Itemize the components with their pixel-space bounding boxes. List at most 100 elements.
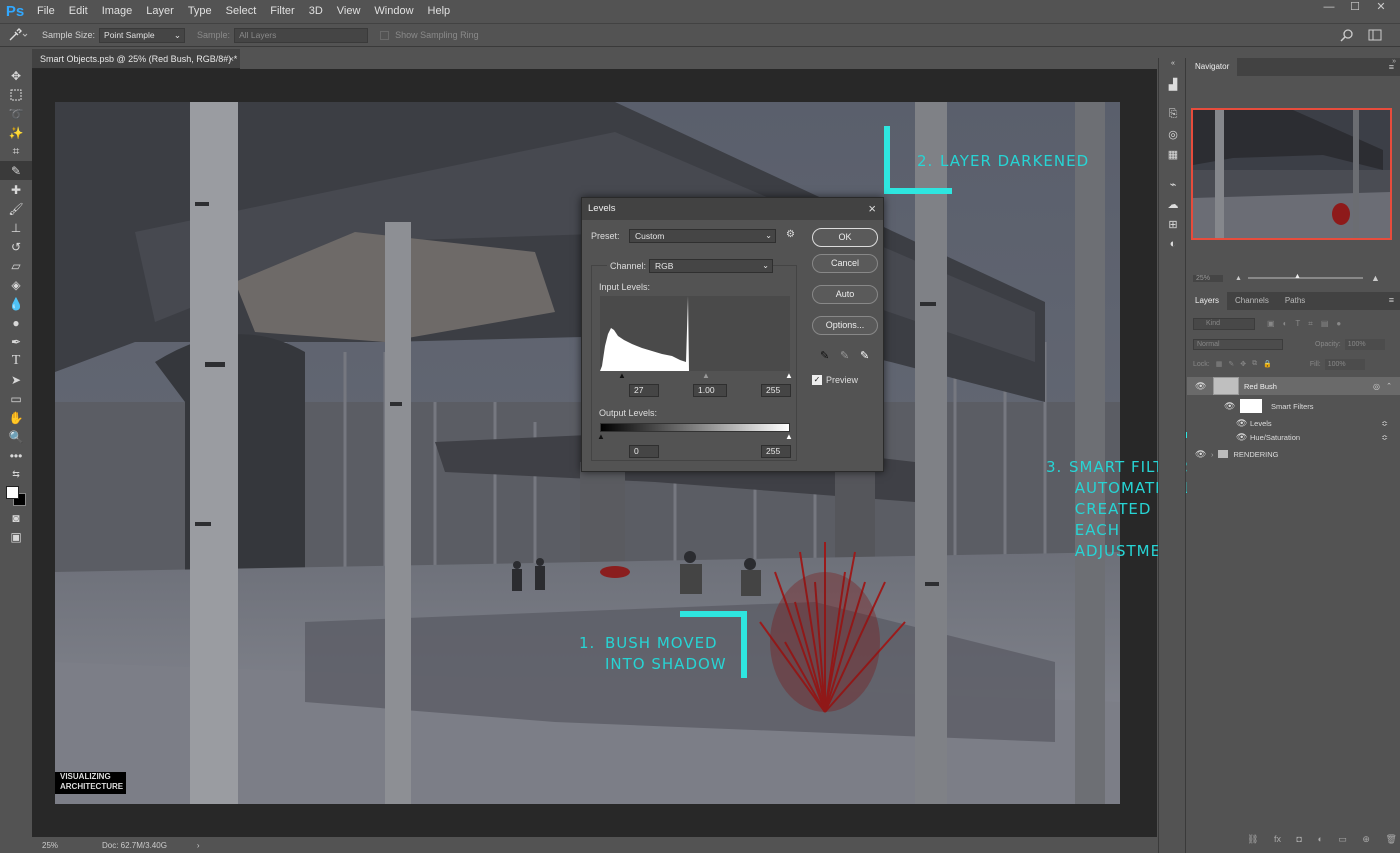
delete-layer-icon[interactable]: 🗑 <box>1385 834 1396 848</box>
visibility-eye-icon[interactable]: 👁 <box>1195 381 1206 391</box>
filter-adjustment-icon[interactable]: ◐ <box>1283 319 1288 328</box>
blur-tool-icon[interactable]: 💧 <box>0 294 32 313</box>
pen-tool-icon[interactable]: ✒ <box>0 332 32 351</box>
magic-wand-tool-icon[interactable]: ✨ <box>0 123 32 142</box>
fill-value[interactable]: 100% <box>1324 358 1365 370</box>
layer-row-red-bush[interactable]: 👁 Red Bush ◎ ⌃ <box>1187 377 1400 395</box>
lock-artboard-icon[interactable]: ⧉ <box>1252 360 1257 368</box>
filter-shape-icon[interactable]: ⌗ <box>1308 319 1313 329</box>
clone-stamp-tool-icon[interactable]: ⊥ <box>0 218 32 237</box>
ok-button[interactable]: OK <box>812 228 878 247</box>
menu-3d[interactable]: 3D <box>302 0 330 23</box>
lock-transparent-icon[interactable]: ▦ <box>1216 360 1223 368</box>
output-black-field[interactable]: 0 <box>629 445 659 458</box>
panel-menu-icon[interactable]: ≡ <box>1389 62 1394 72</box>
lock-all-icon[interactable]: 🔒 <box>1263 360 1272 368</box>
tab-paths[interactable]: Paths <box>1277 292 1313 310</box>
menu-type[interactable]: Type <box>181 0 219 23</box>
layer-filter-select[interactable]: Kind <box>1193 317 1255 330</box>
default-colors-icon[interactable]: ⇆ <box>0 465 32 484</box>
add-mask-icon[interactable]: ◘ <box>1296 834 1301 848</box>
tab-channels[interactable]: Channels <box>1227 292 1277 310</box>
output-white-handle[interactable]: ▲ <box>785 432 793 441</box>
filter-smart-object-icon[interactable]: ▤ <box>1321 319 1329 328</box>
document-tab[interactable]: Smart Objects.psb @ 25% (Red Bush, RGB/8… <box>32 49 240 69</box>
menu-file[interactable]: File <box>30 0 62 23</box>
path-selection-tool-icon[interactable]: ➤ <box>0 370 32 389</box>
menu-edit[interactable]: Edit <box>62 0 95 23</box>
layers-panel-menu-icon[interactable]: ≡ <box>1389 295 1394 305</box>
close-tab-icon[interactable]: × <box>229 49 234 69</box>
navigator-zoom-slider[interactable]: ▲ <box>1247 273 1363 280</box>
close-window-button[interactable]: ✕ <box>1370 0 1392 16</box>
navigator-thumbnail[interactable] <box>1191 108 1392 240</box>
screen-mode-icon[interactable]: ▣ <box>0 527 32 546</box>
eyedropper-tool-icon[interactable]: ✎ <box>0 161 32 180</box>
lock-image-icon[interactable]: ✎ <box>1228 360 1234 368</box>
quick-mask-icon[interactable]: ◙ <box>0 508 32 527</box>
character-icon[interactable]: ☁ <box>1159 194 1187 214</box>
minimize-button[interactable]: — <box>1318 0 1340 16</box>
history-brush-tool-icon[interactable]: ↺ <box>0 237 32 256</box>
marquee-tool-icon[interactable] <box>0 85 32 104</box>
paint-bucket-tool-icon[interactable]: ◈ <box>0 275 32 294</box>
cancel-button[interactable]: Cancel <box>812 254 878 273</box>
blend-mode-select[interactable]: Normal <box>1193 338 1283 350</box>
healing-brush-tool-icon[interactable]: ✚ <box>0 180 32 199</box>
zoom-out-icon[interactable]: ▲ <box>1235 275 1242 282</box>
white-point-eyedropper-icon[interactable]: ✎ <box>860 349 869 362</box>
navigator-zoom-value[interactable]: 25% <box>1193 274 1223 282</box>
filter-pixel-icon[interactable]: ▣ <box>1267 319 1275 328</box>
input-white-point-handle[interactable]: ▲ <box>785 371 793 380</box>
preset-options-gear-icon[interactable]: ⚙ <box>786 229 795 240</box>
input-gamma-handle[interactable]: ▲ <box>702 371 710 380</box>
visibility-eye-icon[interactable]: 👁 <box>1195 449 1206 459</box>
menu-help[interactable]: Help <box>421 0 458 23</box>
menu-view[interactable]: View <box>330 0 368 23</box>
layer-style-icon[interactable]: fx <box>1274 834 1281 848</box>
tab-navigator[interactable]: Navigator <box>1187 58 1238 76</box>
color-icon[interactable]: ◎ <box>1159 124 1187 144</box>
input-slider-track[interactable]: ▲ ▲ ▲ <box>600 371 793 380</box>
new-adjustment-icon[interactable]: ◐ <box>1317 834 1322 848</box>
zoom-in-icon[interactable]: ▲ <box>1371 273 1380 283</box>
history-icon[interactable]: ⎘ <box>1159 104 1187 124</box>
dodge-tool-icon[interactable]: ● <box>0 313 32 332</box>
input-white-field[interactable]: 255 <box>761 384 791 397</box>
blending-options-icon[interactable]: ≎ <box>1381 433 1388 442</box>
sample-size-select[interactable]: Point Sample ⌄ <box>99 27 186 43</box>
hand-tool-icon[interactable]: ✋ <box>0 408 32 427</box>
eraser-tool-icon[interactable]: ▱ <box>0 256 32 275</box>
rectangle-tool-icon[interactable]: ▭ <box>0 389 32 408</box>
zoom-tool-icon[interactable]: 🔍 <box>0 427 32 446</box>
visibility-eye-icon[interactable]: 👁 <box>1236 432 1247 442</box>
layer-row-smart-filters[interactable]: 👁 Smart Filters <box>1187 398 1400 414</box>
brush-presets-icon[interactable]: ⌁ <box>1159 174 1187 194</box>
preset-select[interactable]: Custom ⌄ <box>629 229 776 243</box>
tab-layers[interactable]: Layers <box>1187 292 1228 310</box>
gray-point-eyedropper-icon[interactable]: ✎ <box>840 349 849 362</box>
status-arrow-icon[interactable]: › <box>197 841 200 850</box>
expand-group-icon[interactable]: › <box>1211 450 1214 459</box>
new-group-icon[interactable]: ▭ <box>1338 834 1347 848</box>
histogram-icon[interactable]: ▟ <box>1159 74 1187 94</box>
brush-tool-icon[interactable]: 🖌 <box>0 199 32 218</box>
channel-select[interactable]: RGB ⌄ <box>649 259 773 273</box>
crop-tool-icon[interactable]: ⌗ <box>0 142 32 161</box>
dialog-title-bar[interactable]: Levels × <box>582 198 883 220</box>
collapse-dock-icon[interactable]: « <box>1159 58 1187 68</box>
preview-checkbox[interactable]: ✓ <box>812 375 822 385</box>
output-black-handle[interactable]: ▲ <box>597 432 605 441</box>
menu-select[interactable]: Select <box>219 0 264 23</box>
search-icon[interactable] <box>1340 28 1354 45</box>
opacity-value[interactable]: 100% <box>1344 338 1385 350</box>
zoom-slider-thumb[interactable]: ▲ <box>1294 273 1301 280</box>
type-tool-icon[interactable]: T <box>0 351 32 370</box>
lasso-tool-icon[interactable]: ➰ <box>0 104 32 123</box>
maximize-button[interactable]: ☐ <box>1344 0 1366 16</box>
auto-button[interactable]: Auto <box>812 285 878 304</box>
visibility-eye-icon[interactable]: 👁 <box>1236 418 1247 428</box>
new-layer-icon[interactable]: ⊕ <box>1362 834 1370 848</box>
move-tool-icon[interactable]: ✥ <box>0 66 32 85</box>
menu-image[interactable]: Image <box>95 0 140 23</box>
